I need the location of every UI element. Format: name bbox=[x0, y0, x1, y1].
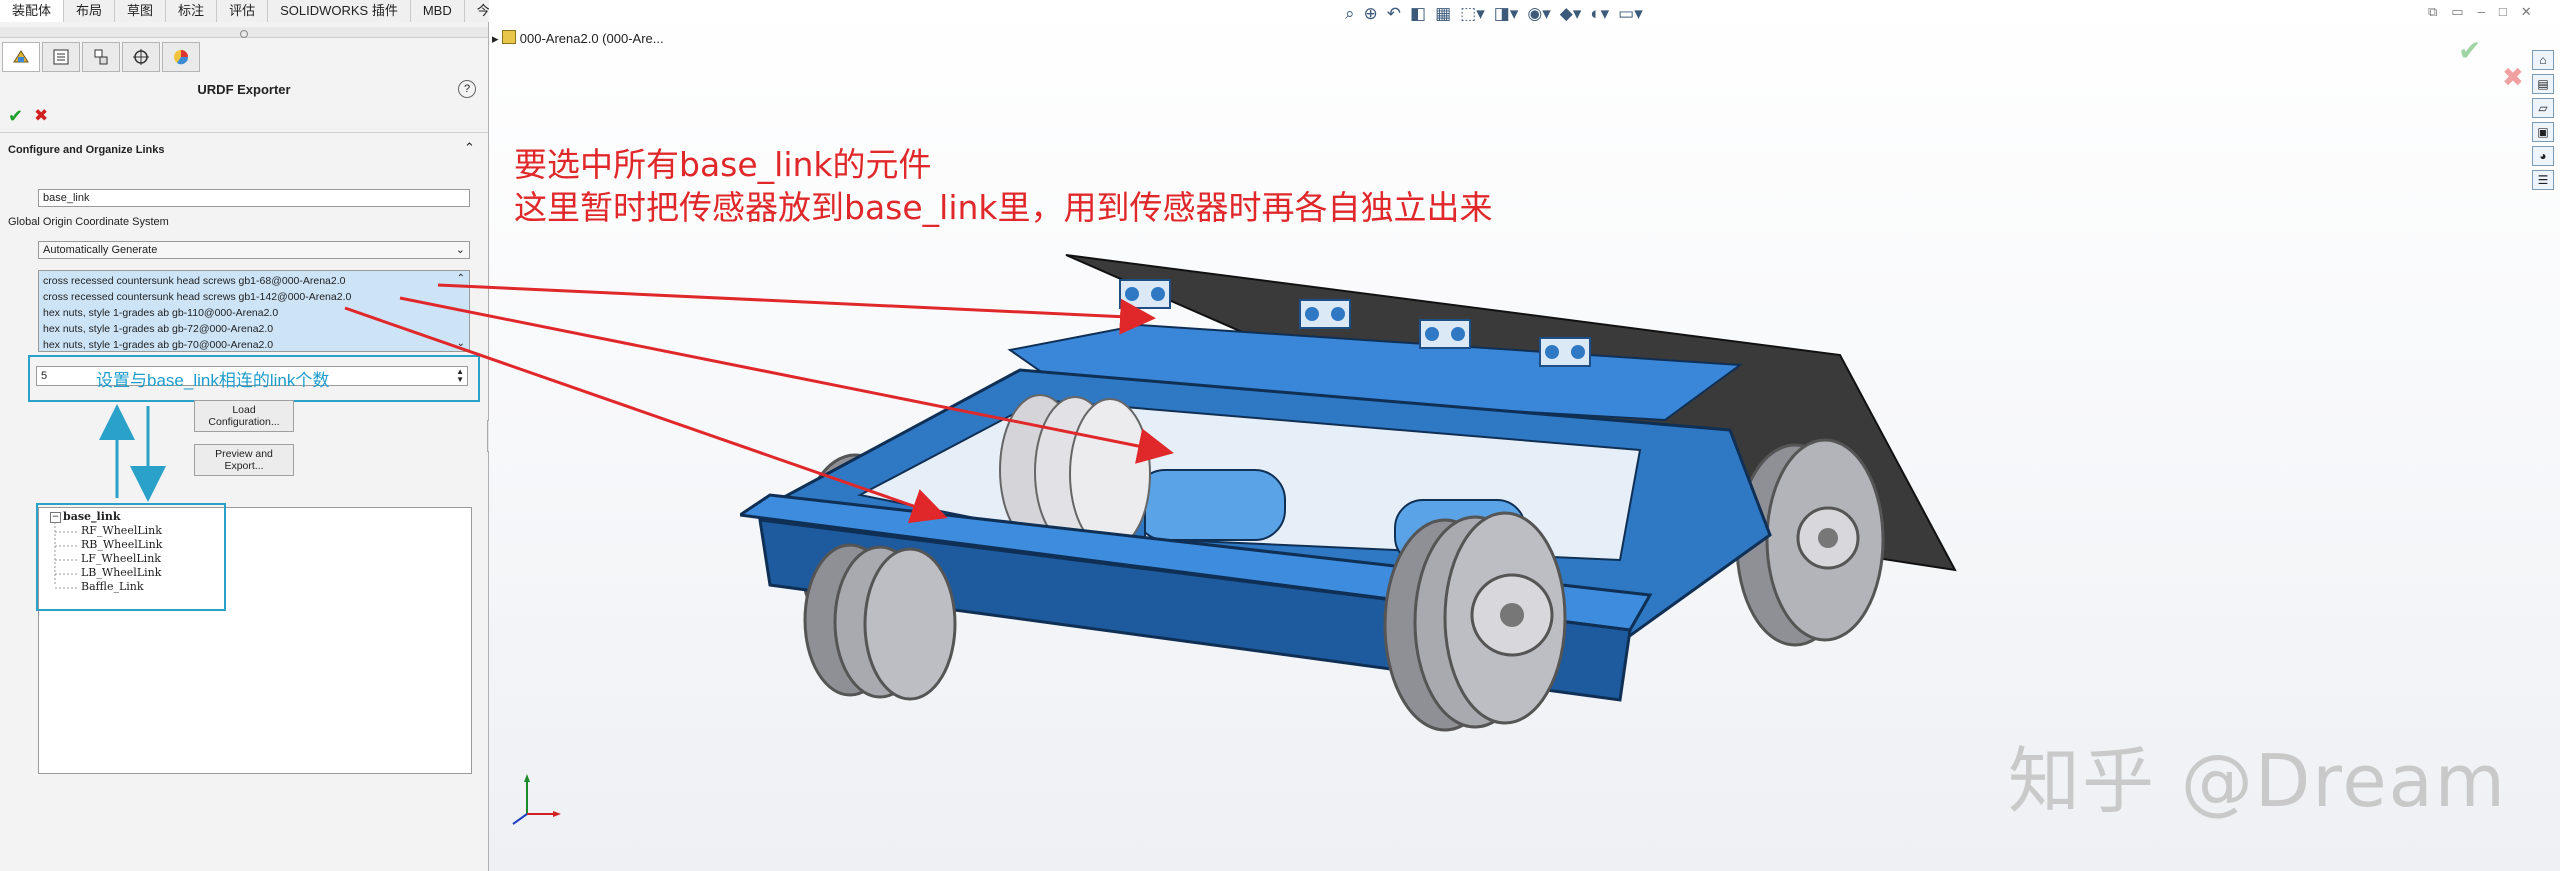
display-manager-tab[interactable] bbox=[162, 42, 200, 72]
confirm-cancel-icon[interactable]: ✖ bbox=[2502, 62, 2524, 93]
manager-tabs bbox=[2, 42, 200, 74]
coordinate-triad-icon bbox=[512, 774, 561, 825]
page-title: URDF Exporter bbox=[197, 82, 291, 97]
feature-manager-tab[interactable] bbox=[2, 42, 40, 72]
help-icon[interactable]: ? bbox=[458, 80, 476, 98]
preview-export-button[interactable]: Preview and Export... bbox=[194, 444, 294, 476]
tree-lines bbox=[54, 522, 78, 589]
annotation-line-2: 这里暂时把传感器放到base_link里，用到传感器时再各自独立出来 bbox=[514, 188, 1493, 227]
close-icon[interactable]: ✕ bbox=[2521, 4, 2532, 20]
tree-item-lb-wheel[interactable]: LB_WheelLink bbox=[81, 566, 161, 579]
restore-icon[interactable]: ⧉ bbox=[2428, 4, 2437, 20]
heads-up-toolbar: ⌕ ⊕ ↶ ◧ ▦ ⬚▾ ◨▾ ◉▾ ◆▾ ◐▾ ▭▾ bbox=[1345, 4, 1643, 24]
spin-arrows-icon[interactable]: ▲ ▼ bbox=[456, 368, 464, 384]
appearances-icon[interactable]: ◕ bbox=[2532, 146, 2554, 166]
minimize-icon[interactable]: – bbox=[2478, 4, 2485, 20]
group-title: Configure and Organize Links bbox=[8, 144, 165, 156]
link-name-input[interactable]: base_link bbox=[38, 189, 470, 207]
tree-item-rb-wheel[interactable]: RB_WheelLink bbox=[81, 538, 162, 551]
sensor-2 bbox=[1299, 299, 1351, 329]
document-name: 000-Arena2.0 (000-Are... bbox=[519, 31, 664, 46]
load-configuration-button[interactable]: Load Configuration... bbox=[194, 400, 294, 432]
tab-evaluate[interactable]: 评估 bbox=[217, 0, 269, 22]
front-right-wheel bbox=[1383, 511, 1567, 732]
list-item[interactable]: hex nuts, style 1-grades ab gb-72@000-Ar… bbox=[43, 321, 469, 337]
zoom-area-icon[interactable]: ⊕ bbox=[1364, 4, 1378, 24]
command-manager-tabs: 装配体 布局 草图 标注 评估 SOLIDWORKS 插件 MBD 今日制造 bbox=[0, 0, 542, 23]
sensor-3 bbox=[1419, 319, 1471, 349]
confirm-ok-icon[interactable]: ✔ bbox=[2458, 34, 2481, 67]
view-settings-icon[interactable]: ▭▾ bbox=[1618, 4, 1643, 24]
scroll-up-icon[interactable]: ⌃ bbox=[457, 273, 465, 284]
tab-markup[interactable]: 标注 bbox=[166, 0, 218, 22]
view-palette-icon[interactable]: ▣ bbox=[2532, 122, 2554, 142]
maximize-icon[interactable]: □ bbox=[2499, 4, 2507, 20]
scroll-down-icon[interactable]: ⌄ bbox=[457, 338, 465, 349]
divider bbox=[0, 132, 488, 133]
list-item[interactable]: cross recessed countersunk head screws g… bbox=[43, 273, 469, 289]
count-annotation: 设置与base_link相连的link个数 bbox=[96, 371, 330, 390]
ok-icon[interactable]: ✔ bbox=[8, 106, 23, 127]
dimxpert-icon bbox=[133, 49, 149, 65]
property-manager-tab[interactable] bbox=[42, 42, 80, 72]
tree-item-lf-wheel[interactable]: LF_WheelLink bbox=[81, 552, 161, 565]
watermark: 知乎 @Dream bbox=[2008, 739, 2507, 823]
feature-manager-icon bbox=[13, 50, 29, 63]
section-view-icon[interactable]: ◧ bbox=[1410, 4, 1426, 24]
property-manager-icon bbox=[53, 49, 69, 65]
configuration-manager-tab[interactable] bbox=[82, 42, 120, 72]
tab-layout[interactable]: 布局 bbox=[64, 0, 116, 22]
dimxpert-manager-tab[interactable] bbox=[122, 42, 160, 72]
assembly-icon bbox=[502, 30, 517, 44]
sensor-4 bbox=[1539, 337, 1591, 367]
chevron-up-icon[interactable]: ⌃ bbox=[464, 140, 475, 156]
robot-chassis-model[interactable] bbox=[740, 230, 1970, 790]
edit-appearance-icon[interactable]: ◆▾ bbox=[1560, 4, 1582, 24]
splitter-grip-icon[interactable] bbox=[240, 30, 248, 38]
resources-icon[interactable]: ⌂ bbox=[2532, 50, 2554, 70]
custom-properties-icon[interactable]: ☰ bbox=[2532, 170, 2554, 190]
zoom-fit-icon[interactable]: ⌕ bbox=[1345, 4, 1355, 24]
previous-view-icon[interactable]: ↶ bbox=[1387, 4, 1401, 24]
export-button-line1: Preview and bbox=[215, 448, 273, 460]
tab-mbd[interactable]: MBD bbox=[411, 0, 465, 22]
list-item[interactable]: hex nuts, style 1-grades ab gb-70@000-Ar… bbox=[43, 337, 469, 351]
sensor-1 bbox=[1119, 279, 1171, 309]
apply-scene-icon[interactable]: ◐▾ bbox=[1590, 4, 1609, 24]
export-button-line2: Export... bbox=[224, 460, 264, 472]
origin-select[interactable]: Automatically Generate ⌄ bbox=[38, 241, 470, 259]
display-manager-icon bbox=[174, 50, 189, 65]
view-orientation-icon[interactable]: ⬚▾ bbox=[1460, 4, 1485, 24]
load-button-line2: Configuration... bbox=[208, 416, 280, 428]
file-explorer-icon[interactable]: ▱ bbox=[2532, 98, 2554, 118]
load-button-line1: Load bbox=[232, 404, 256, 416]
origin-select-value: Automatically Generate bbox=[43, 244, 158, 256]
display-style-icon[interactable]: ◨▾ bbox=[1494, 4, 1519, 24]
window-controls: ⧉ ▭ – □ ✕ bbox=[2428, 4, 2532, 20]
front-left-wheel bbox=[803, 543, 957, 701]
tab-solidworks-addins[interactable]: SOLIDWORKS 插件 bbox=[268, 0, 411, 22]
task-pane-tabs: ⌂ ▤ ▱ ▣ ◕ ☰ bbox=[2532, 50, 2556, 190]
tile-icon[interactable]: ▭ bbox=[2451, 4, 2463, 20]
component-list[interactable]: cross recessed countersunk head screws g… bbox=[38, 270, 470, 352]
origin-label: Global Origin Coordinate System bbox=[8, 216, 169, 228]
list-item[interactable]: hex nuts, style 1-grades ab gb-110@000-A… bbox=[43, 305, 469, 321]
child-count-value: 5 bbox=[41, 370, 48, 382]
chevron-down-icon: ⌄ bbox=[455, 244, 465, 256]
list-item[interactable]: cross recessed countersunk head screws g… bbox=[43, 289, 469, 305]
tree-item-rf-wheel[interactable]: RF_WheelLink bbox=[81, 524, 162, 537]
hide-show-icon[interactable]: ◉▾ bbox=[1527, 4, 1550, 24]
cancel-icon[interactable]: ✖ bbox=[34, 106, 48, 126]
caret-right-icon: ▸ bbox=[492, 31, 499, 46]
design-library-icon[interactable]: ▤ bbox=[2532, 74, 2554, 94]
annotation-line-1: 要选中所有base_link的元件 bbox=[514, 145, 932, 184]
configuration-manager-icon bbox=[94, 49, 108, 65]
flyout-tree[interactable]: ▸ 000-Arena2.0 (000-Are... bbox=[492, 30, 664, 47]
tree-item-baffle[interactable]: Baffle_Link bbox=[81, 580, 144, 593]
tab-assembly[interactable]: 装配体 bbox=[0, 0, 65, 22]
tab-sketch[interactable]: 草图 bbox=[115, 0, 167, 22]
dynamic-annotation-icon[interactable]: ▦ bbox=[1435, 4, 1451, 24]
